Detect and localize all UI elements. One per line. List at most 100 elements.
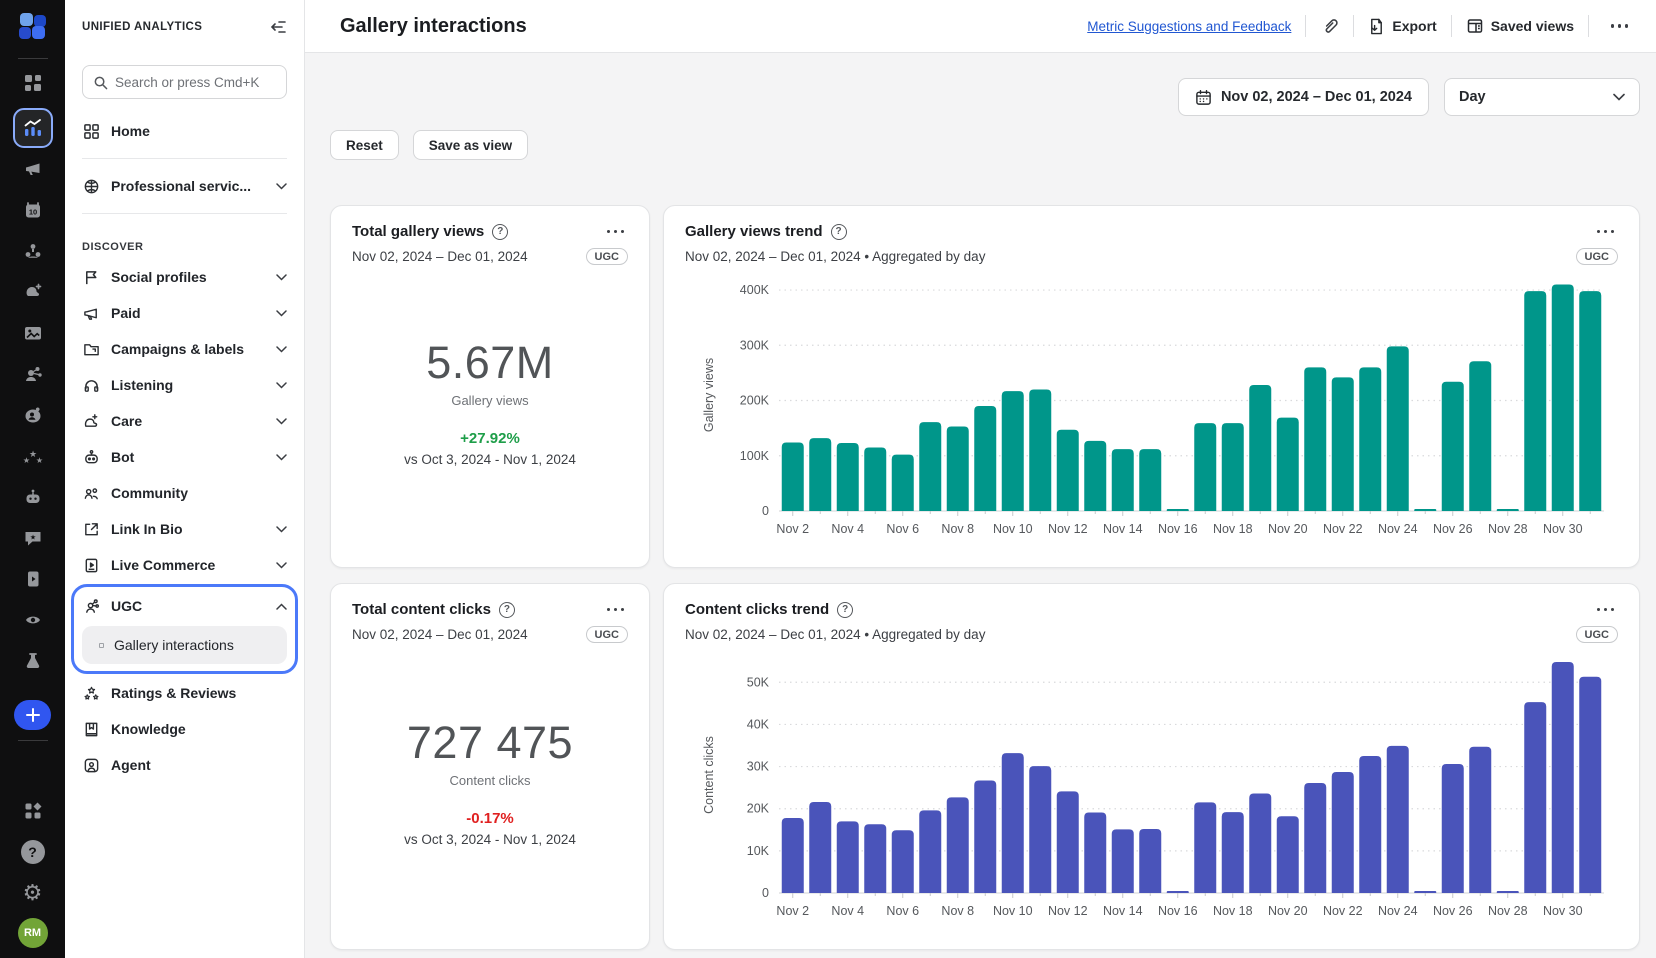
svg-text:Nov 18: Nov 18 [1213,522,1253,536]
sidebar-item-home[interactable]: Home [82,113,287,149]
svg-text:0: 0 [762,886,769,900]
sidebar-item-professional-services[interactable]: Professional servic... [82,168,287,204]
svg-text:0: 0 [762,504,769,518]
help-icon[interactable]: ? [16,836,49,868]
ugc-highlight-ring: UGC Gallery interactions [71,584,298,674]
export-button[interactable]: Export [1368,18,1436,35]
sidebar-item-label: Bot [111,449,265,465]
help-circle-icon[interactable]: ? [499,602,515,618]
sidebar-item-knowledge[interactable]: Knowledge [82,711,287,747]
apps-grid-icon[interactable] [16,795,49,827]
spark-eye-icon[interactable] [16,604,49,636]
megaphone-icon [82,305,100,322]
sidebar-item-listening[interactable]: Listening [82,367,287,403]
sidebar-item-agent[interactable]: Agent [82,747,287,783]
bot-icon[interactable] [16,481,49,513]
search-box[interactable] [82,65,287,99]
card-title: Total content clicks [352,601,491,618]
content-clicks-trend-chart[interactable]: 010K20K30K40K50KContent clicksNov 2Nov 4… [685,645,1618,935]
gallery-views-delta: +27.92% [460,430,520,447]
sidebar-item-label: Live Commerce [111,557,265,573]
saved-views-button[interactable]: Saved views [1466,17,1574,35]
reset-button[interactable]: Reset [330,130,399,160]
sidebar-item-label: Social profiles [111,269,265,285]
sidebar-item-ugc[interactable]: UGC [82,588,287,624]
sidebar-item-ratings-reviews[interactable]: Ratings & Reviews [82,675,287,711]
sidebar-item-label: Listening [111,377,265,393]
sidebar-item-social-profiles[interactable]: Social profiles [82,259,287,295]
svg-text:Nov 10: Nov 10 [993,522,1033,536]
help-circle-icon[interactable]: ? [492,224,508,240]
sidebar-item-campaigns-labels[interactable]: Campaigns & labels [82,331,287,367]
app-logo[interactable] [16,10,50,44]
svg-text:Nov 4: Nov 4 [831,904,864,918]
care-hand-icon [82,413,100,430]
sidebar-item-live-commerce[interactable]: Live Commerce [82,547,287,583]
sidebar-item-care[interactable]: Care [82,403,287,439]
advocacy-megaphone-icon[interactable] [16,153,49,185]
reviews-chat-icon[interactable]: ★ [16,522,49,554]
svg-text:Nov 4: Nov 4 [831,522,864,536]
sidebar-item-community[interactable]: Community [82,475,287,511]
card-more-icon[interactable] [599,604,628,616]
card-more-icon[interactable] [1589,226,1618,238]
svg-text:Nov 26: Nov 26 [1433,522,1473,536]
svg-text:20K: 20K [747,802,770,816]
sidebar: UNIFIED ANALYTICS Home Professional serv… [65,0,305,958]
customer-care-icon[interactable] [16,399,49,431]
svg-text:★: ★ [22,456,29,465]
collapse-sidebar-icon[interactable] [269,18,287,36]
sidebar-item-label: Paid [111,305,265,321]
stars-icon [82,685,100,702]
add-button[interactable] [14,700,51,730]
sidebar-item-label: UGC [111,598,265,614]
card-subtitle: Nov 02, 2024 – Dec 01, 2024 • Aggregated… [685,249,985,264]
svg-text:50K: 50K [747,675,770,689]
publishing-calendar-icon[interactable]: 10 [16,194,49,226]
ugc-badge: UGC [1576,626,1618,643]
svg-text:Nov 8: Nov 8 [941,522,974,536]
svg-text:Nov 28: Nov 28 [1488,522,1528,536]
media-library-icon[interactable] [16,317,49,349]
ratings-stars-icon[interactable]: ★★★ [16,440,49,472]
avatar[interactable]: RM [18,918,48,948]
sidebar-item-label: Campaigns & labels [111,341,265,357]
gallery-views-trend-chart[interactable]: 0100K200K300K400KGallery viewsNov 2Nov 4… [685,267,1618,553]
svg-text:Nov 16: Nov 16 [1158,904,1198,918]
help-circle-icon[interactable]: ? [831,224,847,240]
dashboard-grid-icon[interactable] [16,67,49,99]
org-people-icon[interactable] [16,235,49,267]
search-input[interactable] [115,75,276,90]
more-icon[interactable] [1603,20,1632,32]
card-more-icon[interactable] [599,226,628,238]
video-commerce-icon[interactable] [16,563,49,595]
svg-text:100K: 100K [740,449,770,463]
analytics-icon[interactable] [13,108,53,148]
sidebar-item-paid[interactable]: Paid [82,295,287,331]
sidebar-item-link-in-bio[interactable]: Link In Bio [82,511,287,547]
svg-text:Nov 12: Nov 12 [1048,522,1088,536]
sidebar-item-bot[interactable]: Bot [82,439,287,475]
social-add-icon[interactable] [16,276,49,308]
card-subtitle: Nov 02, 2024 – Dec 01, 2024 • Aggregated… [685,627,985,642]
svg-text:Nov 2: Nov 2 [776,522,809,536]
sidebar-item-label: Ratings & Reviews [111,685,287,701]
labs-flask-icon[interactable] [16,645,49,677]
gallery-views-chart-area: 0100K200K300K400KGallery viewsNov 2Nov 4… [685,267,1618,553]
help-circle-icon[interactable]: ? [837,602,853,618]
granularity-select[interactable]: Day [1444,78,1640,116]
svg-text:Nov 20: Nov 20 [1268,522,1308,536]
settings-gear-icon[interactable]: ⚙ [16,877,49,909]
date-range-picker[interactable]: Nov 02, 2024 – Dec 01, 2024 [1178,78,1429,116]
content-clicks-trend-card: Content clicks trend ? Nov 02, 2024 – De… [663,583,1640,950]
save-as-view-button[interactable]: Save as view [413,130,528,160]
influencer-icon[interactable] [16,358,49,390]
svg-text:Nov 6: Nov 6 [886,522,919,536]
copy-link-icon[interactable] [1320,17,1339,36]
card-more-icon[interactable] [1589,604,1618,616]
sidebar-item-gallery-interactions[interactable]: Gallery interactions [82,626,287,664]
svg-text:Nov 2: Nov 2 [776,904,809,918]
divider [1353,15,1354,37]
metric-suggestions-link[interactable]: Metric Suggestions and Feedback [1087,19,1291,34]
svg-text:Nov 18: Nov 18 [1213,904,1253,918]
